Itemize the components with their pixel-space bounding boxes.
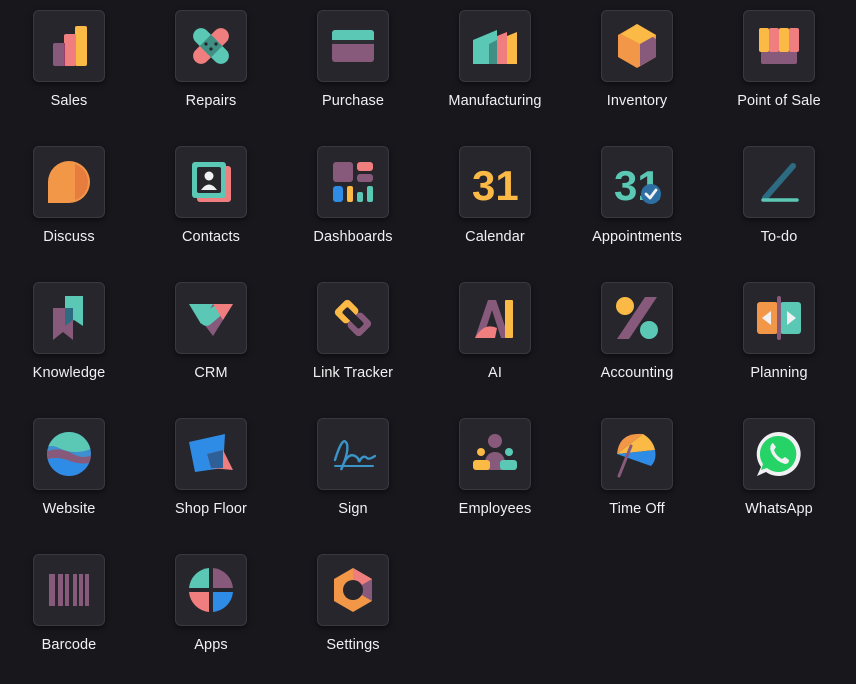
app-appointments[interactable]: 31 Appointments <box>568 136 710 272</box>
time-off-icon <box>601 418 673 490</box>
calendar-icon: 31 <box>459 146 531 218</box>
app-label: Purchase <box>321 93 385 109</box>
app-website[interactable]: Website <box>0 408 142 544</box>
app-shop-floor[interactable]: Shop Floor <box>142 408 284 544</box>
app-point-of-sale[interactable]: Point of Sale <box>710 0 852 136</box>
dashboards-icon <box>317 146 389 218</box>
app-inventory[interactable]: Inventory <box>568 0 710 136</box>
sales-icon <box>33 10 105 82</box>
app-ai[interactable]: AI <box>426 272 568 408</box>
app-label: Accounting <box>600 365 674 381</box>
app-label: Point of Sale <box>737 93 821 109</box>
app-todo[interactable]: To-do <box>710 136 852 272</box>
app-label: Manufacturing <box>448 93 542 109</box>
app-sales[interactable]: Sales <box>0 0 142 136</box>
app-label: Contacts <box>181 229 241 245</box>
website-icon <box>33 418 105 490</box>
ai-icon <box>459 282 531 354</box>
app-label: Shop Floor <box>175 501 247 517</box>
app-planning[interactable]: Planning <box>710 272 852 408</box>
app-label: Discuss <box>43 229 95 245</box>
app-manufacturing[interactable]: Manufacturing <box>426 0 568 136</box>
app-discuss[interactable]: Discuss <box>0 136 142 272</box>
shop-floor-icon <box>175 418 247 490</box>
app-purchase[interactable]: Purchase <box>284 0 426 136</box>
accounting-icon <box>601 282 673 354</box>
app-repairs[interactable]: Repairs <box>142 0 284 136</box>
point-of-sale-icon <box>743 10 815 82</box>
app-label: WhatsApp <box>745 501 813 517</box>
settings-icon <box>317 554 389 626</box>
app-calendar[interactable]: 31 Calendar <box>426 136 568 272</box>
app-label: Website <box>42 501 96 517</box>
app-link-tracker[interactable]: Link Tracker <box>284 272 426 408</box>
app-label: Sign <box>338 501 368 517</box>
knowledge-icon <box>33 282 105 354</box>
apps-icon <box>175 554 247 626</box>
app-sign[interactable]: Sign <box>284 408 426 544</box>
app-label: Appointments <box>592 229 682 245</box>
app-label: Calendar <box>465 229 525 245</box>
app-label: Knowledge <box>32 365 106 381</box>
app-label: Time Off <box>609 501 665 517</box>
app-whatsapp[interactable]: WhatsApp <box>710 408 852 544</box>
inventory-icon <box>601 10 673 82</box>
app-time-off[interactable]: Time Off <box>568 408 710 544</box>
contacts-icon <box>175 146 247 218</box>
sign-icon <box>317 418 389 490</box>
app-label: Settings <box>326 637 380 653</box>
app-barcode[interactable]: Barcode <box>0 544 142 680</box>
discuss-icon <box>33 146 105 218</box>
barcode-icon <box>33 554 105 626</box>
manufacturing-icon <box>459 10 531 82</box>
app-contacts[interactable]: Contacts <box>142 136 284 272</box>
app-dashboards[interactable]: Dashboards <box>284 136 426 272</box>
repairs-icon <box>175 10 247 82</box>
app-accounting[interactable]: Accounting <box>568 272 710 408</box>
app-knowledge[interactable]: Knowledge <box>0 272 142 408</box>
planning-icon <box>743 282 815 354</box>
app-label: Planning <box>750 365 808 381</box>
app-label: Dashboards <box>313 229 393 245</box>
app-apps[interactable]: Apps <box>142 544 284 680</box>
app-label: Sales <box>50 93 88 109</box>
app-label: Employees <box>458 501 532 517</box>
app-crm[interactable]: CRM <box>142 272 284 408</box>
calendar-icon-text: 31 <box>472 162 519 206</box>
app-label: Repairs <box>185 93 237 109</box>
employees-icon <box>459 418 531 490</box>
app-label: Apps <box>194 637 228 653</box>
app-label: AI <box>488 365 502 381</box>
crm-icon <box>175 282 247 354</box>
app-label: Barcode <box>41 637 97 653</box>
app-settings[interactable]: Settings <box>284 544 426 680</box>
app-grid: Sales Repairs Purchase Manufacturing Inv… <box>0 0 856 684</box>
app-label: CRM <box>194 365 228 381</box>
app-employees[interactable]: Employees <box>426 408 568 544</box>
app-label: To-do <box>760 229 798 245</box>
appointments-icon: 31 <box>601 146 673 218</box>
app-label: Inventory <box>606 93 668 109</box>
app-label: Link Tracker <box>312 365 394 381</box>
whatsapp-icon <box>743 418 815 490</box>
link-tracker-icon <box>317 282 389 354</box>
purchase-icon <box>317 10 389 82</box>
todo-icon <box>743 146 815 218</box>
